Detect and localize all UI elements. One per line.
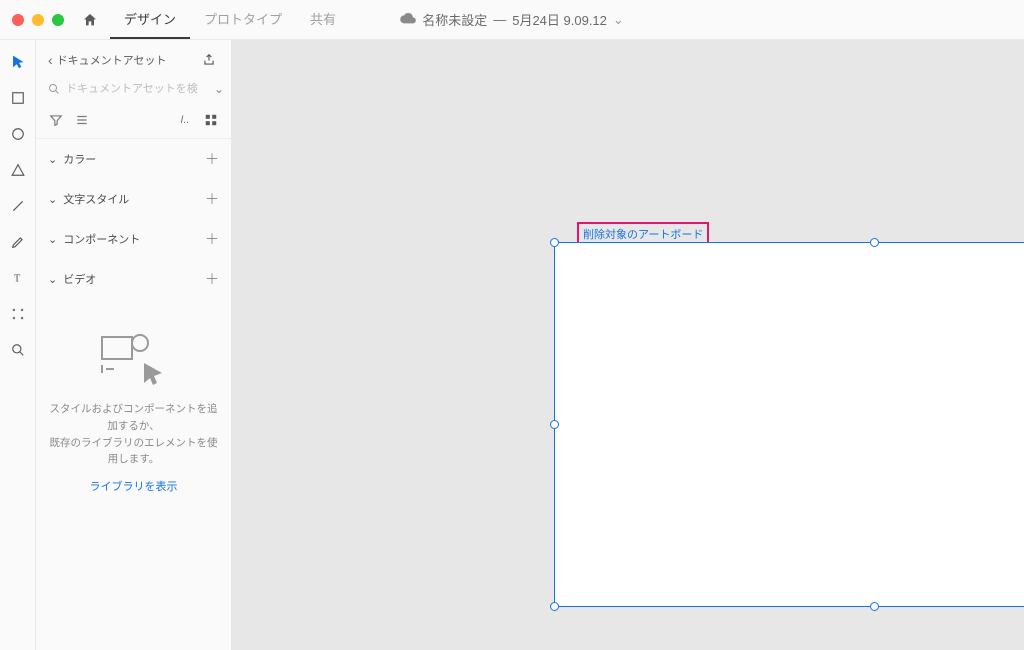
- grid-view-button[interactable]: [203, 112, 219, 128]
- doc-status: 名称未設定: [422, 10, 487, 29]
- pen-icon: [11, 235, 25, 249]
- add-video-button[interactable]: ＋: [205, 269, 219, 289]
- chevron-down-icon: ⌄: [48, 153, 57, 166]
- pointer-icon: [11, 55, 25, 69]
- text-tool[interactable]: T: [4, 264, 32, 292]
- empty-illustration-icon: [94, 329, 174, 385]
- section-color[interactable]: ⌄カラー ＋: [36, 139, 231, 179]
- artboard[interactable]: [554, 242, 1024, 607]
- chevron-left-icon: ‹: [48, 52, 53, 68]
- canvas-area[interactable]: 削除対象のアートボード: [232, 40, 1024, 650]
- filter-button[interactable]: [48, 112, 64, 128]
- assets-panel: ‹ ドキュメントアセット ⌄ I.. ⌄カラー: [36, 40, 232, 650]
- chevron-down-icon: ⌄: [613, 12, 624, 28]
- home-button[interactable]: [76, 6, 104, 34]
- add-color-button[interactable]: ＋: [205, 149, 219, 169]
- search-icon: [48, 82, 60, 96]
- polygon-tool[interactable]: [4, 156, 32, 184]
- section-video[interactable]: ⌄ビデオ ＋: [36, 259, 231, 299]
- add-component-button[interactable]: ＋: [205, 229, 219, 249]
- window-controls: [0, 14, 64, 26]
- resize-handle-bm[interactable]: [870, 602, 879, 611]
- title-bar: デザイン プロトタイプ 共有 名称未設定 — 5月24日 9.09.12 ⌄: [0, 0, 1024, 40]
- doc-sep: —: [493, 12, 506, 27]
- line-tool[interactable]: [4, 192, 32, 220]
- list-icon: [75, 113, 89, 127]
- close-window-button[interactable]: [12, 14, 24, 26]
- mode-tabs: デザイン プロトタイプ 共有: [110, 0, 350, 39]
- filter-icon: [49, 113, 63, 127]
- home-icon: [82, 12, 98, 28]
- cloud-icon: [400, 12, 416, 27]
- ellipse-icon: [11, 127, 25, 141]
- artboard-tool[interactable]: [4, 300, 32, 328]
- pen-tool[interactable]: [4, 228, 32, 256]
- doc-time: 5月24日 9.09.12: [512, 10, 607, 29]
- tab-share[interactable]: 共有: [296, 0, 350, 39]
- tab-prototype[interactable]: プロトタイプ: [190, 0, 296, 39]
- svg-text:T: T: [13, 274, 20, 285]
- empty-state: スタイルおよびコンポーネントを追加するか、 既存のライブラリのエレメントを使用し…: [36, 299, 231, 502]
- panel-title: ドキュメントアセット: [57, 52, 167, 68]
- chevron-down-icon: ⌄: [48, 193, 57, 206]
- search-options-toggle[interactable]: ⌄: [214, 82, 224, 96]
- resize-handle-bl[interactable]: [550, 602, 559, 611]
- minimize-window-button[interactable]: [32, 14, 44, 26]
- fullscreen-window-button[interactable]: [52, 14, 64, 26]
- sort-button[interactable]: I..: [177, 112, 193, 128]
- show-libraries-link[interactable]: ライブラリを表示: [90, 478, 178, 494]
- empty-text-line2: 既存のライブラリのエレメントを使用します。: [48, 435, 219, 469]
- chevron-down-icon: ⌄: [48, 273, 57, 286]
- panel-back-button[interactable]: ‹ ドキュメントアセット: [48, 52, 166, 68]
- list-view-button[interactable]: [74, 112, 90, 128]
- add-text-style-button[interactable]: ＋: [205, 189, 219, 209]
- tab-design[interactable]: デザイン: [110, 0, 190, 39]
- rectangle-icon: [11, 91, 25, 105]
- text-icon: T: [11, 271, 25, 285]
- grid-icon: [204, 113, 218, 127]
- empty-text-line1: スタイルおよびコンポーネントを追加するか、: [48, 401, 219, 435]
- resize-handle-ml[interactable]: [550, 420, 559, 429]
- document-title[interactable]: 名称未設定 — 5月24日 9.09.12 ⌄: [400, 10, 624, 29]
- section-components[interactable]: ⌄コンポーネント ＋: [36, 219, 231, 259]
- share-icon: [202, 53, 216, 67]
- resize-handle-tl[interactable]: [550, 238, 559, 247]
- resize-handle-tm[interactable]: [870, 238, 879, 247]
- chevron-down-icon: ⌄: [48, 233, 57, 246]
- zoom-tool[interactable]: [4, 336, 32, 364]
- ellipse-tool[interactable]: [4, 120, 32, 148]
- publish-button[interactable]: [199, 50, 219, 70]
- select-tool[interactable]: [4, 48, 32, 76]
- artboard-icon: [11, 307, 25, 321]
- line-icon: [11, 199, 25, 213]
- section-text-styles[interactable]: ⌄文字スタイル ＋: [36, 179, 231, 219]
- zoom-icon: [11, 343, 25, 357]
- rectangle-tool[interactable]: [4, 84, 32, 112]
- triangle-icon: [11, 163, 25, 177]
- left-toolbar: T: [0, 40, 36, 650]
- search-input[interactable]: [66, 83, 208, 95]
